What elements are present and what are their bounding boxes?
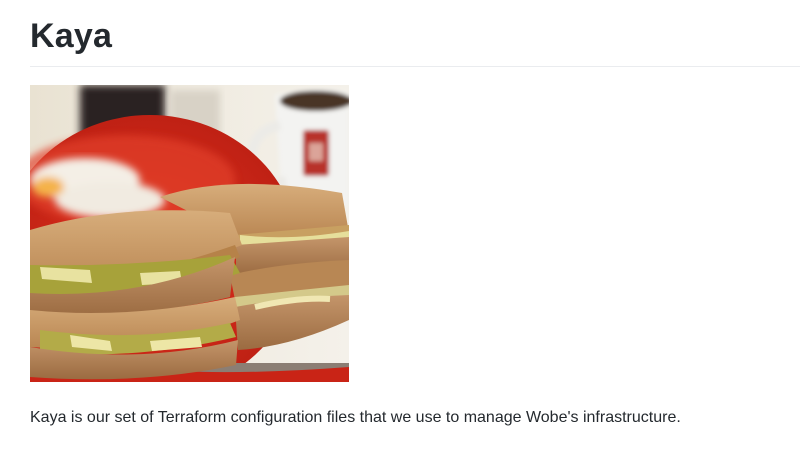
title-divider — [30, 66, 800, 67]
kaya-toast-image — [30, 85, 349, 382]
readme-page: Kaya Kaya is our set of Terraform config… — [0, 0, 800, 458]
readme-description: Kaya is our set of Terraform configurati… — [30, 409, 681, 426]
page-title: Kaya — [30, 17, 113, 55]
